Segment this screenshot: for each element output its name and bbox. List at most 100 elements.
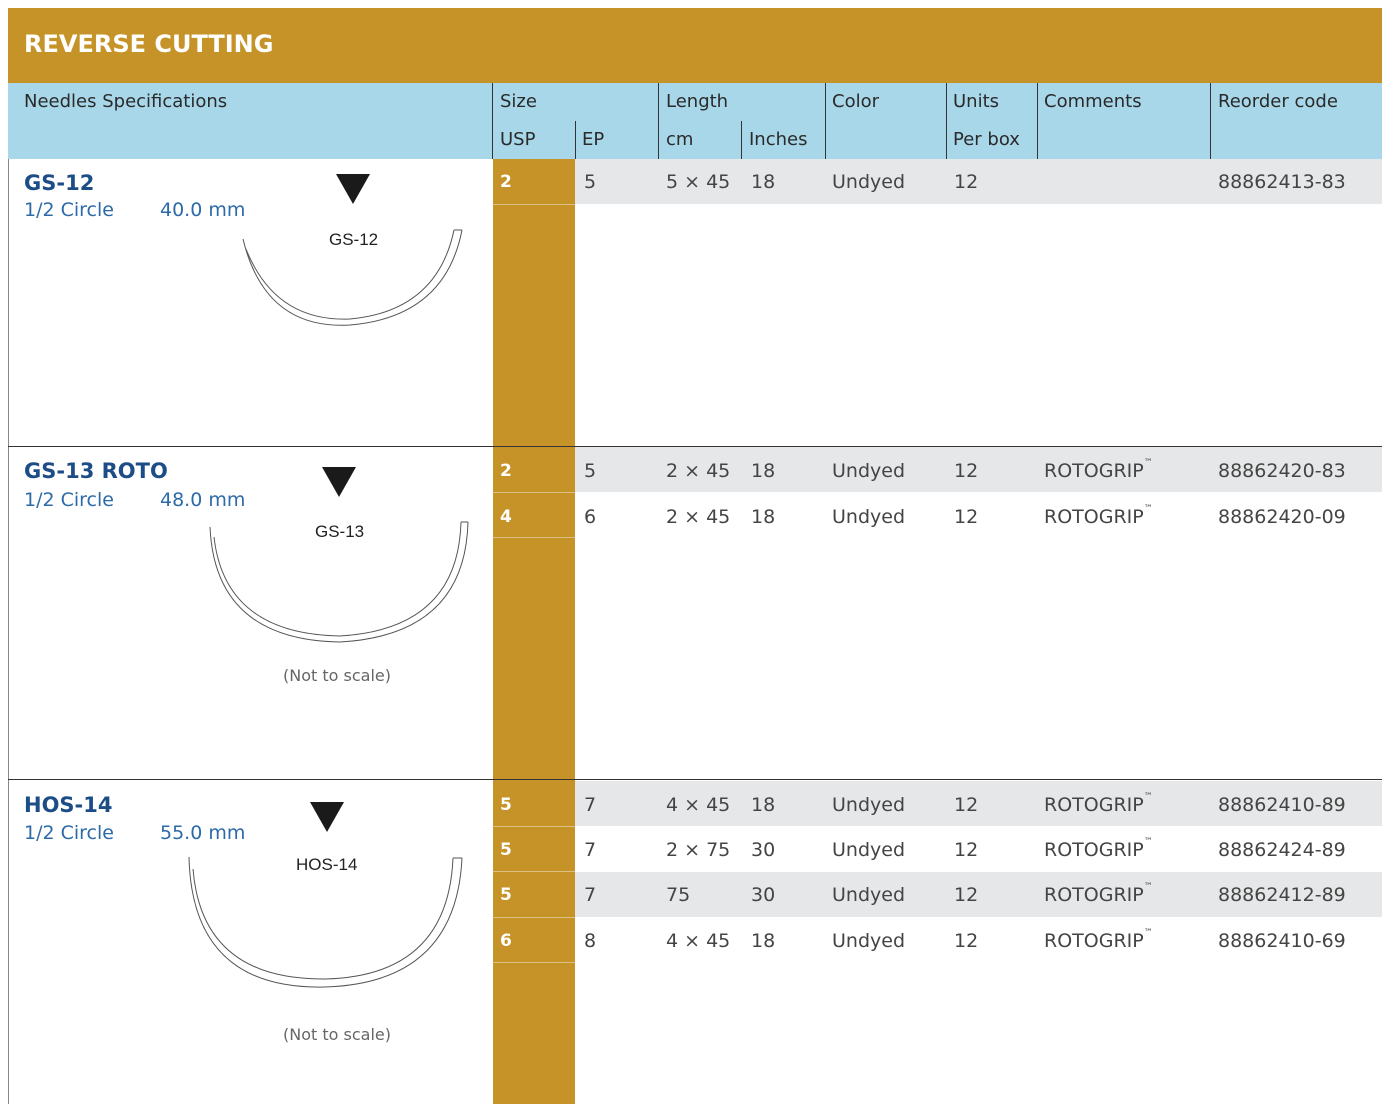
header-cm: cm [666, 129, 694, 150]
row-divider [493, 871, 575, 872]
usp-value: 2 [500, 461, 512, 481]
header-divider [946, 83, 947, 159]
length-cm: 4 × 45 [666, 794, 731, 816]
not-to-scale-note: (Not to scale) [283, 1025, 391, 1044]
row-divider [493, 492, 575, 493]
needle-diagram [209, 521, 469, 643]
needle-name: GS-13 ROTO [24, 459, 168, 483]
header-comments: Comments [1044, 91, 1142, 112]
length-cm: 2 × 45 [666, 506, 731, 528]
needle-length: 55.0 mm [160, 822, 246, 844]
reorder-code: 88862420-83 [1218, 460, 1346, 482]
header-divider [575, 121, 576, 159]
header-inches: Inches [749, 129, 808, 150]
units-value: 12 [954, 794, 979, 816]
cutting-triangle-icon [310, 802, 344, 832]
header-ep: EP [582, 129, 605, 150]
length-cm: 75 [666, 884, 691, 906]
needle-length: 48.0 mm [160, 489, 246, 511]
usp-value: 4 [500, 507, 512, 527]
color-value: Undyed [832, 839, 906, 861]
reorder-code: 88862420-09 [1218, 506, 1346, 528]
header-reorder-code: Reorder code [1218, 91, 1338, 112]
length-cm: 2 × 75 [666, 839, 731, 861]
needle-diagram [242, 229, 463, 326]
header-divider [492, 83, 493, 159]
group-divider [8, 779, 1382, 780]
needle-diagram [188, 856, 463, 988]
color-value: Undyed [832, 460, 906, 482]
header-units: Units [953, 91, 1000, 112]
length-inches: 30 [751, 839, 776, 861]
needle-name: HOS-14 [24, 793, 113, 817]
units-value: 12 [954, 930, 979, 952]
usp-value: 5 [500, 885, 512, 905]
header-divider [825, 83, 826, 159]
reorder-code: 88862410-69 [1218, 930, 1346, 952]
table-left-border [8, 159, 9, 1104]
header-color: Color [832, 91, 879, 112]
units-value: 12 [954, 884, 979, 906]
header-length: Length [666, 91, 729, 112]
color-value: Undyed [832, 884, 906, 906]
reorder-code: 88862410-89 [1218, 794, 1346, 816]
color-value: Undyed [832, 506, 906, 528]
header-needle-specs: Needles Specifications [24, 91, 228, 112]
ep-value: 5 [584, 171, 597, 193]
length-inches: 18 [751, 171, 776, 193]
ep-value: 7 [584, 884, 597, 906]
length-cm: 2 × 45 [666, 460, 731, 482]
reorder-code: 88862424-89 [1218, 839, 1346, 861]
usp-value: 2 [500, 172, 512, 192]
cutting-triangle-icon [322, 467, 356, 497]
comment-value: ROTOGRIP™ [1044, 928, 1153, 952]
color-value: Undyed [832, 930, 906, 952]
comment-value: ROTOGRIP™ [1044, 504, 1153, 528]
needle-length: 40.0 mm [160, 199, 246, 221]
ep-value: 7 [584, 794, 597, 816]
header-divider [741, 121, 742, 159]
units-value: 12 [954, 506, 979, 528]
units-value: 12 [954, 839, 979, 861]
header-size: Size [500, 91, 537, 112]
not-to-scale-note: (Not to scale) [283, 666, 391, 685]
row-divider [493, 204, 575, 205]
header-divider [1210, 83, 1211, 159]
length-inches: 18 [751, 506, 776, 528]
header-divider [658, 83, 659, 159]
ep-value: 8 [584, 930, 597, 952]
needle-circle: 1/2 Circle [24, 822, 114, 844]
length-cm: 5 × 45 [666, 171, 731, 193]
usp-value: 6 [500, 931, 512, 951]
length-inches: 30 [751, 884, 776, 906]
length-inches: 18 [751, 930, 776, 952]
needle-circle: 1/2 Circle [24, 199, 114, 221]
color-value: Undyed [832, 794, 906, 816]
ep-value: 5 [584, 460, 597, 482]
row-divider [493, 537, 575, 538]
page-title: REVERSE CUTTING [24, 30, 274, 58]
reorder-code: 88862413-83 [1218, 171, 1346, 193]
usp-value: 5 [500, 795, 512, 815]
comment-value: ROTOGRIP™ [1044, 458, 1153, 482]
usp-value: 5 [500, 840, 512, 860]
comment-value: ROTOGRIP™ [1044, 837, 1153, 861]
units-value: 12 [954, 460, 979, 482]
ep-value: 6 [584, 506, 597, 528]
header-usp: USP [500, 129, 536, 150]
row-divider [493, 962, 575, 963]
cutting-triangle-icon [336, 174, 370, 204]
comment-value: ROTOGRIP™ [1044, 792, 1153, 816]
needle-name: GS-12 [24, 171, 95, 195]
row-divider [493, 826, 575, 827]
reorder-code: 88862412-89 [1218, 884, 1346, 906]
ep-value: 7 [584, 839, 597, 861]
units-value: 12 [954, 171, 979, 193]
needle-circle: 1/2 Circle [24, 489, 114, 511]
header-divider [1037, 83, 1038, 159]
length-inches: 18 [751, 460, 776, 482]
color-value: Undyed [832, 171, 906, 193]
comment-value: ROTOGRIP™ [1044, 882, 1153, 906]
row-divider [493, 917, 575, 918]
length-cm: 4 × 45 [666, 930, 731, 952]
